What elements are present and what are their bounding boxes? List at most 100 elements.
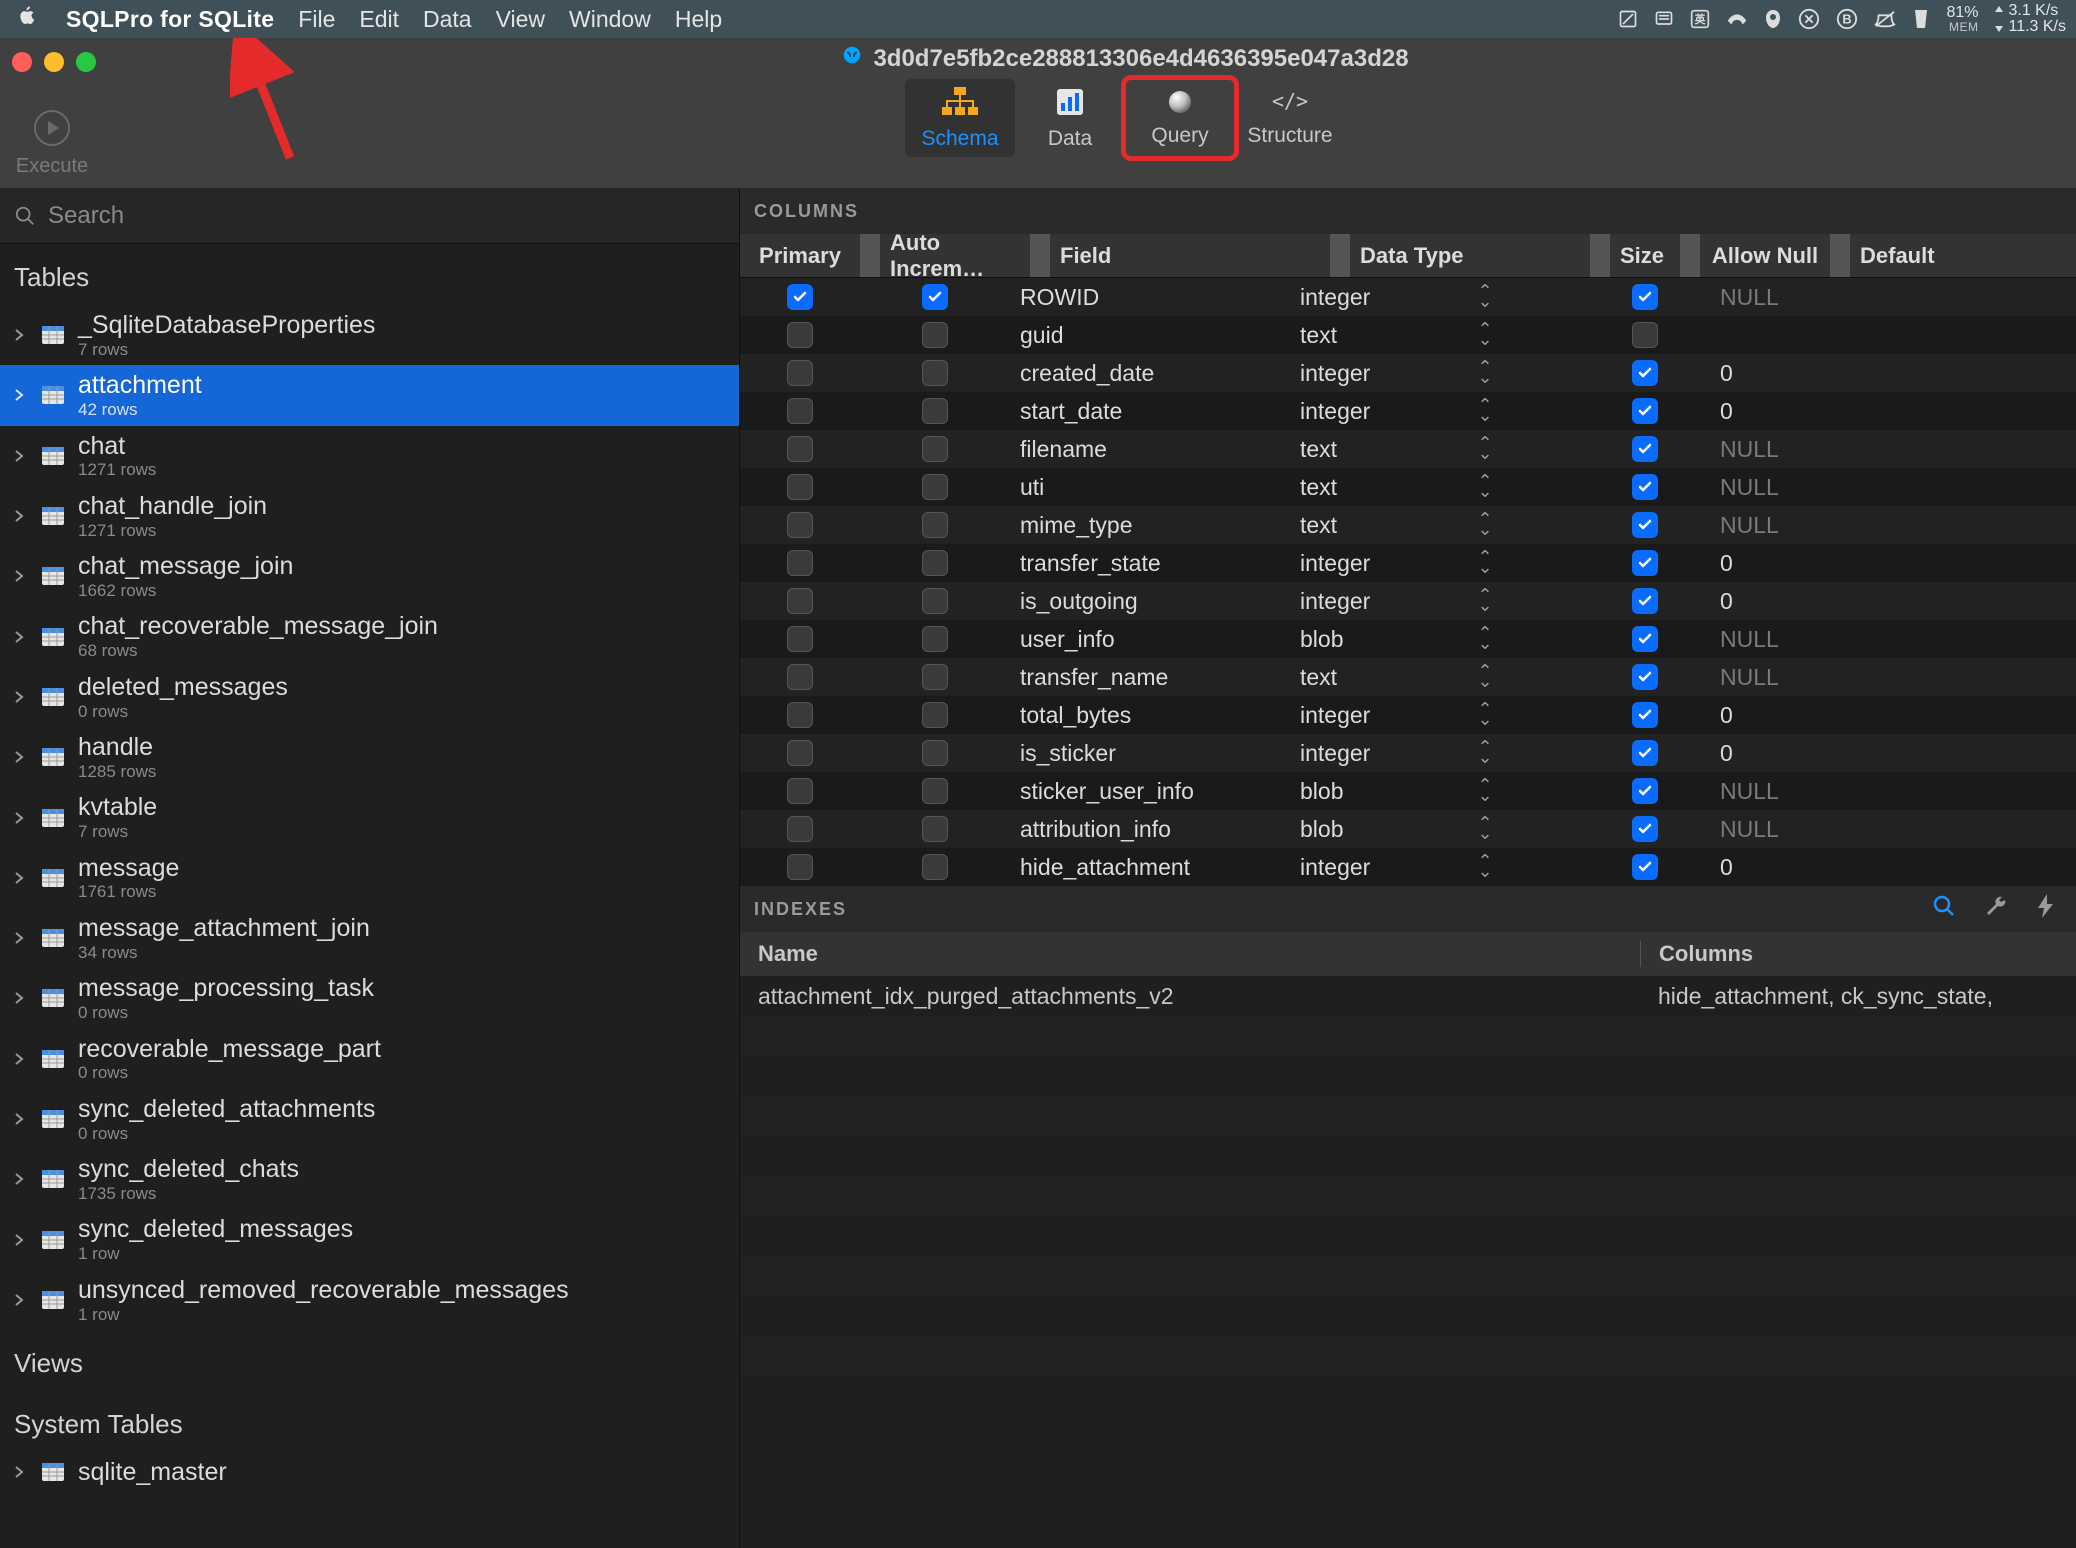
window-minimize-button[interactable] bbox=[44, 52, 64, 72]
table-item[interactable]: deleted_messages0 rows bbox=[0, 667, 739, 727]
table-item[interactable]: sync_deleted_attachments0 rows bbox=[0, 1089, 739, 1149]
column-row[interactable]: hide_attachmentinteger⌃⌄0 bbox=[740, 848, 2076, 886]
checkbox[interactable] bbox=[787, 474, 813, 500]
column-row[interactable]: mime_typetext⌃⌄NULL bbox=[740, 506, 2076, 544]
checkbox[interactable] bbox=[922, 512, 948, 538]
checkbox[interactable] bbox=[1632, 854, 1658, 880]
checkbox[interactable] bbox=[787, 664, 813, 690]
table-item[interactable]: recoverable_message_part0 rows bbox=[0, 1029, 739, 1089]
column-row[interactable]: transfer_stateinteger⌃⌄0 bbox=[740, 544, 2076, 582]
tray-icon[interactable] bbox=[1874, 9, 1896, 29]
checkbox[interactable] bbox=[787, 398, 813, 424]
checkbox[interactable] bbox=[1632, 664, 1658, 690]
type-select-icon[interactable]: ⌃⌄ bbox=[1477, 439, 1492, 459]
app-name[interactable]: SQLPro for SQLite bbox=[66, 6, 274, 33]
table-item[interactable]: chat_handle_join1271 rows bbox=[0, 486, 739, 546]
window-zoom-button[interactable] bbox=[76, 52, 96, 72]
type-select-icon[interactable]: ⌃⌄ bbox=[1477, 591, 1492, 611]
checkbox[interactable] bbox=[787, 816, 813, 842]
type-select-icon[interactable]: ⌃⌄ bbox=[1477, 325, 1492, 345]
checkbox[interactable] bbox=[922, 398, 948, 424]
checkbox[interactable] bbox=[1632, 702, 1658, 728]
checkbox[interactable] bbox=[1632, 588, 1658, 614]
col-type[interactable]: Data Type bbox=[1350, 234, 1540, 277]
col-autoincrement[interactable]: Auto Increm… bbox=[880, 234, 1030, 277]
checkbox[interactable] bbox=[787, 360, 813, 386]
tab-query[interactable]: Query bbox=[1125, 79, 1235, 157]
menu-window[interactable]: Window bbox=[569, 6, 651, 33]
tray-icon[interactable] bbox=[1726, 9, 1748, 29]
battery-indicator[interactable]: 81% MEM bbox=[1946, 5, 1978, 33]
column-row[interactable]: transfer_nametext⌃⌄NULL bbox=[740, 658, 2076, 696]
checkbox[interactable] bbox=[1632, 322, 1658, 348]
table-item[interactable]: message1761 rows bbox=[0, 848, 739, 908]
type-select-icon[interactable]: ⌃⌄ bbox=[1477, 819, 1492, 839]
tray-icon[interactable]: 英 bbox=[1690, 9, 1710, 29]
apple-menu[interactable] bbox=[10, 5, 42, 33]
checkbox[interactable] bbox=[1632, 398, 1658, 424]
checkbox[interactable] bbox=[922, 550, 948, 576]
tab-data[interactable]: Data bbox=[1015, 79, 1125, 157]
checkbox[interactable] bbox=[787, 702, 813, 728]
column-row[interactable]: filenametext⌃⌄NULL bbox=[740, 430, 2076, 468]
menu-data[interactable]: Data bbox=[423, 6, 472, 33]
checkbox[interactable] bbox=[922, 588, 948, 614]
checkbox[interactable] bbox=[922, 702, 948, 728]
checkbox[interactable] bbox=[787, 778, 813, 804]
index-wrench-icon[interactable] bbox=[1984, 894, 2008, 924]
type-select-icon[interactable]: ⌃⌄ bbox=[1477, 667, 1492, 687]
index-bolt-icon[interactable] bbox=[2036, 894, 2056, 924]
idx-col-name[interactable]: Name bbox=[740, 941, 1640, 967]
column-row[interactable]: is_outgoinginteger⌃⌄0 bbox=[740, 582, 2076, 620]
type-select-icon[interactable]: ⌃⌄ bbox=[1477, 287, 1492, 307]
column-row[interactable]: user_infoblob⌃⌄NULL bbox=[740, 620, 2076, 658]
table-item[interactable]: unsynced_removed_recoverable_messages1 r… bbox=[0, 1270, 739, 1330]
type-select-icon[interactable]: ⌃⌄ bbox=[1477, 629, 1492, 649]
checkbox[interactable] bbox=[787, 284, 813, 310]
column-row[interactable]: attribution_infoblob⌃⌄NULL bbox=[740, 810, 2076, 848]
checkbox[interactable] bbox=[922, 322, 948, 348]
type-select-icon[interactable]: ⌃⌄ bbox=[1477, 401, 1492, 421]
tray-icon[interactable] bbox=[1764, 8, 1782, 30]
column-row[interactable]: is_stickerinteger⌃⌄0 bbox=[740, 734, 2076, 772]
checkbox[interactable] bbox=[1632, 360, 1658, 386]
system-table-item[interactable]: sqlite_master bbox=[0, 1452, 739, 1493]
column-row[interactable]: guidtext⌃⌄ bbox=[740, 316, 2076, 354]
table-item[interactable]: chat1271 rows bbox=[0, 426, 739, 486]
window-close-button[interactable] bbox=[12, 52, 32, 72]
index-search-icon[interactable] bbox=[1932, 894, 1956, 924]
table-item[interactable]: sync_deleted_messages1 row bbox=[0, 1209, 739, 1269]
checkbox[interactable] bbox=[1632, 284, 1658, 310]
checkbox[interactable] bbox=[922, 664, 948, 690]
type-select-icon[interactable]: ⌃⌄ bbox=[1477, 705, 1492, 725]
checkbox[interactable] bbox=[922, 740, 948, 766]
type-select-icon[interactable]: ⌃⌄ bbox=[1477, 477, 1492, 497]
checkbox[interactable] bbox=[787, 512, 813, 538]
type-select-icon[interactable]: ⌃⌄ bbox=[1477, 781, 1492, 801]
type-select-icon[interactable]: ⌃⌄ bbox=[1477, 857, 1492, 877]
checkbox[interactable] bbox=[1632, 816, 1658, 842]
tray-icon[interactable] bbox=[1798, 8, 1820, 30]
tray-icon[interactable]: B bbox=[1836, 8, 1858, 30]
table-item[interactable]: _SqliteDatabaseProperties7 rows bbox=[0, 305, 739, 365]
col-size[interactable]: Size bbox=[1610, 234, 1680, 277]
checkbox[interactable] bbox=[787, 740, 813, 766]
menu-help[interactable]: Help bbox=[675, 6, 722, 33]
checkbox[interactable] bbox=[787, 854, 813, 880]
checkbox[interactable] bbox=[1632, 436, 1658, 462]
checkbox[interactable] bbox=[1632, 512, 1658, 538]
checkbox[interactable] bbox=[922, 854, 948, 880]
checkbox[interactable] bbox=[922, 284, 948, 310]
col-primary[interactable]: Primary bbox=[740, 234, 860, 277]
menu-file[interactable]: File bbox=[298, 6, 335, 33]
col-allow-null[interactable]: Allow Null bbox=[1700, 234, 1830, 277]
type-select-icon[interactable]: ⌃⌄ bbox=[1477, 553, 1492, 573]
checkbox[interactable] bbox=[787, 436, 813, 462]
type-select-icon[interactable]: ⌃⌄ bbox=[1477, 743, 1492, 763]
index-row[interactable]: attachment_idx_purged_attachments_v2hide… bbox=[740, 976, 2076, 1016]
checkbox[interactable] bbox=[787, 322, 813, 348]
checkbox[interactable] bbox=[922, 626, 948, 652]
network-speed-indicator[interactable]: 3.1 K/s 11.3 K/s bbox=[1994, 3, 2066, 35]
column-row[interactable]: sticker_user_infoblob⌃⌄NULL bbox=[740, 772, 2076, 810]
type-select-icon[interactable]: ⌃⌄ bbox=[1477, 515, 1492, 535]
